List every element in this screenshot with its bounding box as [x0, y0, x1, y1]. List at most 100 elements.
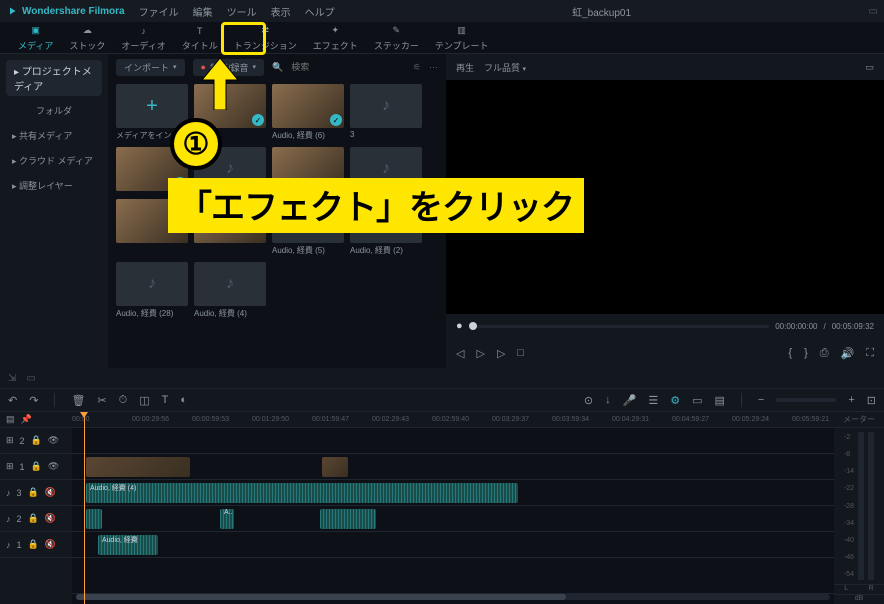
render-icon[interactable]: ⊙ [584, 394, 593, 407]
video-clip[interactable] [86, 457, 190, 477]
track-icon[interactable]: ▤ [715, 394, 725, 407]
undo-icon[interactable]: ↶ [8, 394, 17, 407]
capture-icon[interactable]: ⎙ [820, 347, 829, 360]
video-clip[interactable] [322, 457, 348, 477]
export-icon[interactable]: ⇲ [8, 373, 16, 384]
audio-clip[interactable] [320, 509, 376, 529]
track-header[interactable]: ♪1🔒🔇 [0, 532, 72, 558]
h-scrollbar[interactable] [76, 594, 830, 600]
thumb-item[interactable]: ♪Audio, 経費 (4) [194, 262, 266, 319]
search-input[interactable] [291, 62, 351, 72]
tab-sticker[interactable]: ✎ステッカー [366, 22, 427, 54]
tab-template[interactable]: ▥テンプレート [427, 22, 497, 54]
tab-audio[interactable]: ♪オーディオ [113, 22, 173, 54]
stopwatch-icon[interactable]: ⏱ [119, 394, 128, 407]
tab-media[interactable]: ▣メディア [10, 22, 61, 54]
track-row[interactable]: Audio, 経費 [72, 532, 834, 558]
pin-icon[interactable]: 📌 [21, 414, 32, 425]
sidebar-project-media[interactable]: ▸ プロジェクトメディア [6, 60, 102, 96]
track-row[interactable]: Audio, 経費 (4) [72, 480, 834, 506]
playhead[interactable] [84, 412, 85, 604]
crop-icon[interactable]: ◫ [139, 394, 149, 407]
timeline-ruler[interactable]: 00:0000:00:29:5600:00:59:5300:01:29:5000… [72, 412, 834, 428]
menu-view[interactable]: 表示 [271, 4, 291, 19]
mixer-icon[interactable]: ☰ [648, 394, 658, 407]
track-row[interactable]: A.. [72, 506, 834, 532]
text-tool-icon[interactable]: T [162, 394, 169, 406]
track-header[interactable]: ♪2🔒🔇 [0, 506, 72, 532]
tab-effects[interactable]: ✦エフェクト [305, 22, 366, 54]
track-icon: ⊞ [6, 461, 14, 472]
eye-icon[interactable]: 👁 [48, 461, 59, 472]
tab-stock[interactable]: ☁ストック [61, 22, 113, 54]
sidebar-item-adjust[interactable]: ▸ 調整レイヤー [6, 175, 102, 196]
mute-icon[interactable]: 🔇 [45, 487, 56, 498]
color-icon[interactable]: ◐ [180, 394, 187, 406]
lock-icon[interactable]: 🔒 [28, 539, 39, 550]
preview-quality[interactable]: フル品質 ▾ [484, 61, 526, 74]
mute-icon[interactable]: 🔇 [45, 513, 56, 524]
zoom-fit-icon[interactable]: ⊡ [867, 394, 876, 407]
play-icon[interactable]: ▷ [476, 347, 484, 360]
thumb-item[interactable]: ♪Audio, 経費 (28) [116, 262, 188, 319]
lock-icon[interactable]: 🔒 [28, 513, 39, 524]
layers-icon[interactable]: ▤ [6, 414, 15, 425]
more-icon[interactable]: ⋯ [429, 62, 438, 73]
track-icon: ♪ [6, 540, 11, 550]
stop-icon[interactable]: □ [517, 347, 524, 359]
track-header[interactable]: ⊞1🔒👁 [0, 454, 72, 480]
snapshot-icon[interactable]: ▭ [865, 62, 874, 73]
zoom-in-icon[interactable]: + [848, 394, 854, 406]
prev-frame-icon[interactable]: ◁ [456, 347, 464, 360]
thumb-item[interactable]: ✓Audio, 経費 (6) [272, 84, 344, 141]
thumb-item[interactable]: ♪3 [350, 84, 422, 141]
meter-r: R [869, 585, 874, 592]
cut-icon[interactable]: ✂ [97, 394, 106, 407]
lock-icon[interactable]: 🔒 [31, 461, 42, 472]
marker-out-icon[interactable]: } [804, 347, 808, 359]
track-header[interactable]: ♪3🔒🔇 [0, 480, 72, 506]
screenshot-icon[interactable]: ▭ [869, 6, 878, 17]
tl-header-tools: ▤ 📌 [0, 412, 72, 428]
marker-icon[interactable]: ▭ [692, 394, 702, 407]
ruler-tick: 00:04:59:27 [672, 416, 732, 423]
audio-clip[interactable]: Audio, 経費 (4) [86, 483, 518, 503]
import-button[interactable]: インポート▾ [116, 59, 185, 76]
seek-bar[interactable] [469, 325, 770, 328]
tab-title[interactable]: Tタイトル [174, 22, 226, 54]
mic-icon[interactable]: 🎤 [623, 394, 637, 407]
sidebar-item-cloud[interactable]: ▸ クラウド メディア [6, 150, 102, 171]
track-icon: ⊞ [6, 435, 14, 446]
play2-icon[interactable]: ▷ [497, 347, 505, 360]
track-row[interactable] [72, 454, 834, 480]
sidebar-folder[interactable]: フォルダ [6, 100, 102, 121]
lock-icon[interactable]: 🔒 [31, 435, 42, 446]
track-header[interactable]: ⊞2🔒👁 [0, 428, 72, 454]
mute-icon[interactable]: 🔇 [45, 539, 56, 550]
template-icon: ▥ [455, 24, 469, 38]
lock-icon[interactable]: 🔒 [28, 487, 39, 498]
tab-transition[interactable]: ⇄トランジション [226, 22, 305, 54]
audio-clip[interactable]: Audio, 経費 [98, 535, 158, 555]
eye-icon[interactable]: 👁 [48, 435, 59, 446]
sidebar-item-shared[interactable]: ▸ 共有メディア [6, 125, 102, 146]
menu-file[interactable]: ファイル [139, 4, 179, 19]
menu-tools[interactable]: ツール [227, 4, 257, 19]
menu-help[interactable]: ヘルプ [305, 4, 335, 19]
marker-in-icon[interactable]: { [788, 347, 792, 359]
timeline-body[interactable]: 00:0000:00:29:5600:00:59:5300:01:29:5000… [72, 412, 834, 604]
auto-icon[interactable]: ⚙ [670, 394, 680, 407]
zoom-slider[interactable] [776, 398, 836, 402]
fullscreen-icon[interactable]: ⛶ [866, 347, 874, 360]
delete-icon[interactable]: 🗑 [71, 394, 85, 407]
folder-icon[interactable]: ▭ [26, 373, 35, 384]
audio-clip[interactable]: A.. [220, 509, 234, 529]
menu-edit[interactable]: 編集 [193, 4, 213, 19]
redo-icon[interactable]: ↷ [29, 394, 38, 407]
voice-icon[interactable]: ↓ [605, 394, 611, 406]
filter-icon[interactable]: ⚟ [413, 62, 421, 73]
audio-clip[interactable] [86, 509, 102, 529]
zoom-out-icon[interactable]: − [758, 394, 764, 406]
volume-icon[interactable]: 🔊 [841, 347, 855, 360]
track-row[interactable] [72, 428, 834, 454]
